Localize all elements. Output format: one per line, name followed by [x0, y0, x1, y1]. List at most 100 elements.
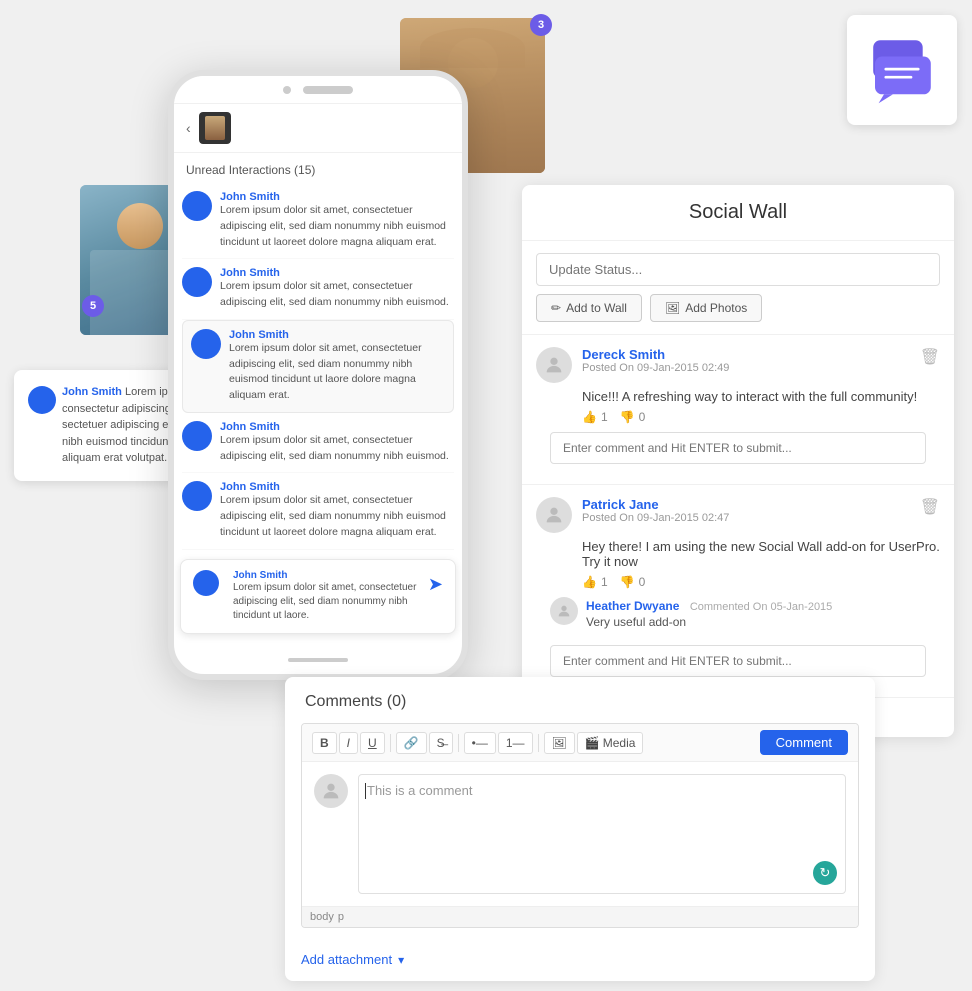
phone-msg-avatar	[182, 267, 212, 297]
phone-msg-name: John Smith	[220, 481, 454, 493]
post-comment: Heather Dwyane Commented On 05-Jan-2015 …	[536, 589, 940, 637]
back-arrow-icon[interactable]: ‹	[186, 120, 191, 136]
phone-msg-avatar	[182, 421, 212, 451]
phone-message-row: John Smith Lorem ipsum dolor sit amet, c…	[182, 320, 454, 413]
notification-badge-5: 5	[82, 295, 104, 317]
editor-avatar	[314, 774, 348, 808]
link-button[interactable]: 🔗	[396, 732, 427, 754]
social-wall-buttons: ✏ Add to Wall 🖼 Add Photos	[522, 294, 954, 334]
commenter-name: Heather Dwyane	[586, 599, 679, 613]
image-button[interactable]: 🖼	[544, 732, 575, 754]
like-count: 1	[601, 575, 608, 589]
bold-button[interactable]: B	[312, 732, 337, 754]
phone-unread-title: Unread Interactions (15)	[174, 153, 462, 183]
comment-input[interactable]	[550, 645, 926, 677]
editor-toolbar: B I U 🔗 S̶ •— 1— 🖼 🎬 Media Comment	[302, 724, 858, 762]
phone-bottom-name: John Smith	[233, 570, 420, 581]
comment-editor: B I U 🔗 S̶ •— 1— 🖼 🎬 Media Comment	[301, 723, 859, 928]
post-author-name: Dereck Smith	[582, 347, 910, 362]
phone-msg-avatar	[182, 191, 212, 221]
send-icon[interactable]: ➤	[428, 574, 443, 595]
unordered-list-button[interactable]: •—	[464, 732, 496, 754]
phone-bottom-text: Lorem ipsum dolor sit amet, consectetuer…	[233, 581, 420, 623]
phone-bottom-chat: John Smith Lorem ipsum dolor sit amet, c…	[180, 559, 456, 634]
post-avatar	[536, 497, 572, 533]
thumbs-up-icon: 👍	[582, 410, 597, 424]
comment-date: Commented On 05-Jan-2015	[690, 601, 832, 613]
phone-message-row: John Smith Lorem ipsum dolor sit amet, c…	[182, 473, 454, 549]
phone-msg-avatar	[182, 481, 212, 511]
social-wall-panel: Social Wall ✏ Add to Wall 🖼 Add Photos D…	[522, 185, 954, 737]
chevron-down-icon: ▾	[398, 953, 404, 967]
toolbar-divider	[458, 734, 459, 752]
dislike-reaction[interactable]: 👎 0	[620, 410, 646, 424]
phone-msg-name: John Smith	[220, 421, 454, 433]
add-to-wall-button[interactable]: ✏ Add to Wall	[536, 294, 642, 322]
comment-avatar	[550, 597, 578, 625]
delete-post-icon[interactable]: 🗑	[920, 347, 940, 367]
phone-message-row: John Smith Lorem ipsum dolor sit amet, c…	[182, 413, 454, 474]
phone-bottom-avatar	[193, 570, 219, 596]
add-attachment-link[interactable]: Add attachment	[301, 952, 392, 967]
editor-body-area: This is a comment ↻	[302, 762, 858, 906]
comments-section: Comments (0) B I U 🔗 S̶ •— 1— 🖼 🎬 Media	[285, 677, 875, 981]
phone-msg-text: Lorem ipsum dolor sit amet, consectetuer…	[220, 433, 454, 465]
ordered-list-button[interactable]: 1—	[498, 732, 533, 754]
like-reaction[interactable]: 👍 1	[582, 410, 608, 424]
dislike-reaction[interactable]: 👎 0	[620, 575, 646, 589]
post-header: Patrick Jane Posted On 09-Jan-2015 02:47…	[536, 497, 940, 533]
delete-post-icon[interactable]: 🗑	[920, 497, 940, 517]
phone-message-row: John Smith Lorem ipsum dolor sit amet, c…	[182, 259, 454, 320]
post-header: Dereck Smith Posted On 09-Jan-2015 02:49…	[536, 347, 940, 383]
post-reactions: 👍 1 👎 0	[582, 410, 940, 424]
phone-msg-name: John Smith	[229, 329, 445, 341]
bg-chat-avatar	[28, 386, 56, 414]
phone-msg-text: Lorem ipsum dolor sit amet, consectetuer…	[220, 279, 454, 311]
social-wall-post: Dereck Smith Posted On 09-Jan-2015 02:49…	[522, 334, 954, 484]
photo-icon: 🖼	[665, 301, 680, 315]
dislike-count: 0	[639, 410, 646, 424]
phone-msg-name: John Smith	[220, 191, 454, 203]
media-button[interactable]: 🎬 Media	[577, 732, 644, 754]
bg-chat-name: John Smith	[62, 386, 122, 398]
phone-user-avatar	[199, 112, 231, 144]
phone-header: ‹	[174, 104, 462, 153]
phone-msg-name: John Smith	[220, 267, 454, 279]
phone-dot	[283, 86, 291, 94]
comment-submit-button[interactable]: Comment	[760, 730, 848, 755]
strikethrough-button[interactable]: S̶	[429, 732, 453, 754]
social-wall-post: Patrick Jane Posted On 09-Jan-2015 02:47…	[522, 484, 954, 697]
add-attachment-row: Add attachment ▾	[285, 944, 875, 981]
post-text: Nice!!! A refreshing way to interact wit…	[582, 389, 940, 404]
thumbs-down-icon: 👎	[620, 575, 635, 589]
editor-refresh-btn[interactable]: ↻	[813, 861, 837, 885]
comments-section-title: Comments (0)	[285, 677, 875, 723]
editor-body-tag: body	[310, 911, 334, 923]
notification-badge-3: 3	[530, 14, 552, 36]
post-date: Posted On 09-Jan-2015 02:47	[582, 512, 910, 524]
like-reaction[interactable]: 👍 1	[582, 575, 608, 589]
editor-p-tag: p	[338, 911, 344, 923]
toolbar-divider	[390, 734, 391, 752]
status-update-input[interactable]	[536, 253, 940, 286]
editor-content-area[interactable]: This is a comment ↻	[358, 774, 846, 894]
phone-mockup: ‹ Unread Interactions (15) John Smith Lo…	[168, 70, 468, 680]
post-text: Hey there! I am using the new Social Wal…	[582, 539, 940, 569]
phone-msg-avatar	[191, 329, 221, 359]
editor-footer: body p	[302, 906, 858, 927]
add-photos-button[interactable]: 🖼 Add Photos	[650, 294, 762, 322]
media-icon: 🎬	[585, 736, 600, 750]
editor-cursor	[365, 783, 366, 799]
italic-button[interactable]: I	[339, 732, 358, 754]
social-wall-title: Social Wall	[522, 185, 954, 241]
chat-icon-box	[847, 15, 957, 125]
phone-message-row: John Smith Lorem ipsum dolor sit amet, c…	[182, 183, 454, 259]
phone-home-bar	[288, 658, 348, 662]
phone-msg-text: Lorem ipsum dolor sit amet, consectetuer…	[220, 203, 454, 250]
phone-msg-text: Lorem ipsum dolor sit amet, consectetuer…	[220, 493, 454, 540]
thumbs-up-icon: 👍	[582, 575, 597, 589]
phone-msg-text: Lorem ipsum dolor sit amet, consectetuer…	[229, 341, 445, 404]
underline-button[interactable]: U	[360, 732, 385, 754]
thumbs-down-icon: 👎	[620, 410, 635, 424]
comment-input[interactable]	[550, 432, 926, 464]
